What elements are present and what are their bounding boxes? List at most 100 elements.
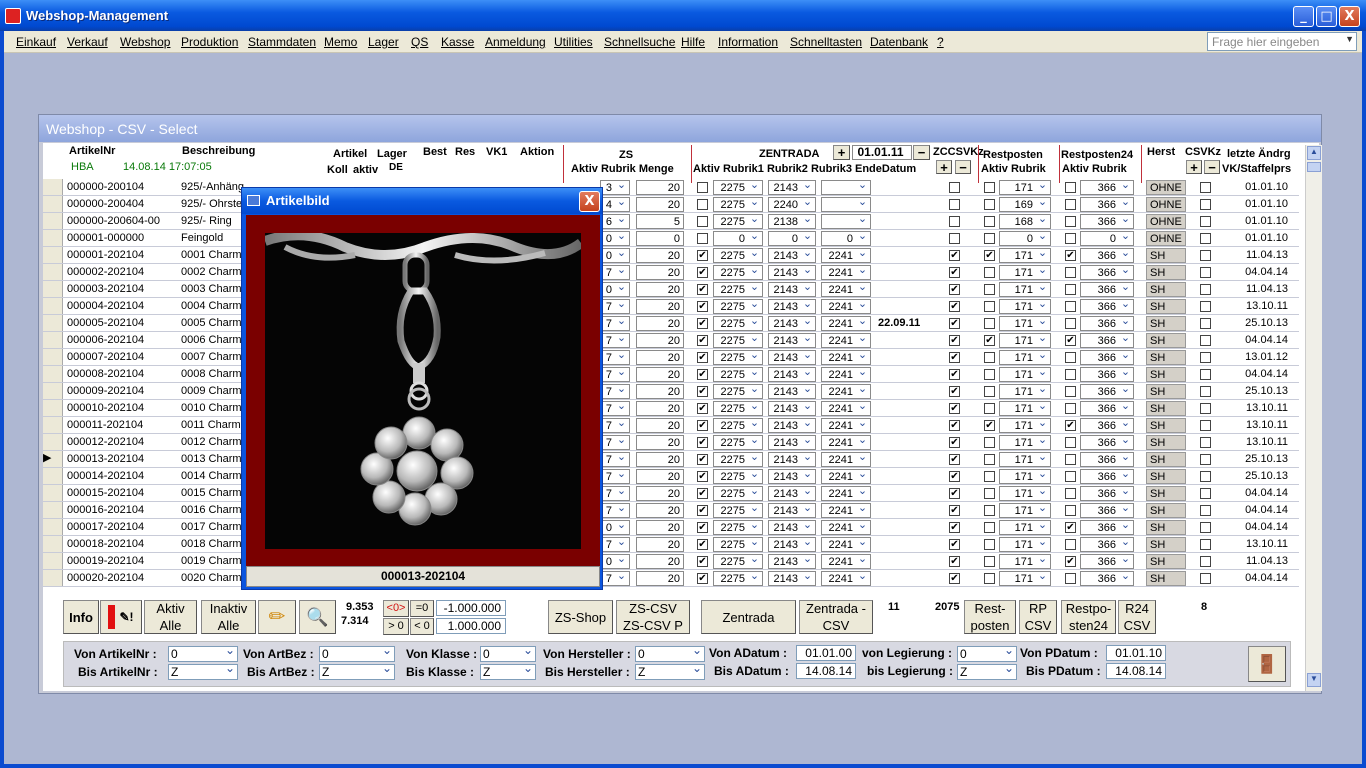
cell-zs-rubrik[interactable]: 7 bbox=[600, 382, 630, 399]
cell-rp-rubrik[interactable]: 171 bbox=[999, 365, 1051, 382]
cell-zs-rubrik[interactable]: 0 bbox=[600, 552, 630, 569]
cell-zentrada-aktiv[interactable]: ✔ bbox=[697, 573, 708, 584]
cell-rubrik1[interactable]: 2275 bbox=[713, 518, 763, 535]
cell-r24-rubrik[interactable]: 366 bbox=[1080, 433, 1134, 450]
cell-zs-menge[interactable]: 20 bbox=[636, 350, 684, 365]
cell-zs-menge[interactable]: 20 bbox=[636, 537, 684, 552]
cell-zc-csvkz[interactable]: ✔ bbox=[949, 369, 960, 380]
cell-zc-csvkz[interactable]: ✔ bbox=[949, 488, 960, 499]
cell-rubrik1[interactable]: 2275 bbox=[713, 399, 763, 416]
cell-rubrik3[interactable]: 2241 bbox=[821, 365, 871, 382]
cell-rubrik3[interactable]: 2241 bbox=[821, 450, 871, 467]
menu-kasse[interactable]: Kasse bbox=[441, 35, 474, 49]
cell-zentrada-aktiv[interactable]: ✔ bbox=[697, 471, 708, 482]
cell-r24-rubrik[interactable]: 366 bbox=[1080, 416, 1134, 433]
cell-rubrik2[interactable]: 2143 bbox=[768, 348, 816, 365]
cell-rubrik3[interactable]: 2241 bbox=[821, 331, 871, 348]
row-selector[interactable] bbox=[43, 264, 63, 280]
cell-rp-rubrik[interactable]: 171 bbox=[999, 450, 1051, 467]
cell-zs-rubrik[interactable]: 7 bbox=[600, 484, 630, 501]
cell-herst[interactable]: SH bbox=[1146, 486, 1186, 501]
row-selector[interactable]: ▶ bbox=[43, 451, 63, 467]
cell-zc-csvkz[interactable] bbox=[949, 216, 960, 227]
cell-rubrik2[interactable]: 2143 bbox=[768, 501, 816, 518]
cell-rubrik2[interactable]: 2143 bbox=[768, 382, 816, 399]
cell-rubrik2[interactable]: 2143 bbox=[768, 467, 816, 484]
table-row[interactable]: 000000-200104 925/-Anhäng 3 20 2275 2143 171 36… bbox=[43, 179, 1299, 196]
cell-csvkz[interactable] bbox=[1200, 233, 1211, 244]
cell-csvkz[interactable] bbox=[1200, 386, 1211, 397]
cell-zs-rubrik[interactable]: 7 bbox=[600, 348, 630, 365]
edit-pencil-button[interactable]: ✏ bbox=[258, 600, 296, 634]
cell-r24-aktiv[interactable] bbox=[1065, 454, 1076, 465]
table-row[interactable]: 000019-202104 0019 Charm 0 20 ✔ 2275 2143 2241 ✔… bbox=[43, 552, 1299, 570]
cell-csvkz[interactable] bbox=[1200, 318, 1211, 329]
cell-rubrik2[interactable]: 2143 bbox=[768, 314, 816, 331]
cell-zentrada-aktiv[interactable]: ✔ bbox=[697, 386, 708, 397]
zc-plus-button[interactable]: + bbox=[936, 160, 952, 175]
table-row[interactable]: 000020-202104 0020 Charm 7 20 ✔ 2275 2143 2241 ✔… bbox=[43, 569, 1299, 587]
cell-rp-rubrik[interactable]: 0 bbox=[999, 229, 1051, 246]
cell-herst[interactable]: SH bbox=[1146, 299, 1186, 314]
restposten24-button[interactable]: Restpo- sten24 bbox=[1061, 600, 1116, 634]
cell-rubrik2[interactable]: 2143 bbox=[768, 552, 816, 569]
cell-rp-rubrik[interactable]: 171 bbox=[999, 569, 1051, 586]
cell-r24-rubrik[interactable]: 366 bbox=[1080, 569, 1134, 586]
cell-rubrik2[interactable]: 2138 bbox=[768, 212, 816, 229]
cell-zentrada-aktiv[interactable] bbox=[697, 199, 708, 210]
inaktiv-alle-button[interactable]: Inaktiv Alle bbox=[201, 600, 256, 634]
bis-hersteller-select[interactable]: Z bbox=[635, 661, 705, 680]
cell-herst[interactable]: SH bbox=[1146, 469, 1186, 484]
filter-lt0-button[interactable]: < 0 bbox=[410, 618, 434, 635]
table-row[interactable]: 000007-202104 0007 Charm 7 20 ✔ 2275 2143 2241 ✔… bbox=[43, 348, 1299, 366]
cell-rp-aktiv[interactable]: ✔ bbox=[984, 335, 995, 346]
cell-zentrada-aktiv[interactable] bbox=[697, 182, 708, 193]
menu-memo[interactable]: Memo bbox=[324, 35, 357, 49]
von-pdatum-input[interactable]: 01.01.10 bbox=[1106, 645, 1166, 661]
cell-rp-aktiv[interactable] bbox=[984, 352, 995, 363]
cell-csvkz[interactable] bbox=[1200, 369, 1211, 380]
cell-rubrik2[interactable]: 2143 bbox=[768, 263, 816, 280]
cell-rubrik1[interactable]: 2275 bbox=[713, 501, 763, 518]
cell-rubrik3[interactable] bbox=[821, 195, 871, 212]
cell-rubrik1[interactable]: 2275 bbox=[713, 569, 763, 586]
cell-zs-rubrik[interactable]: 0 bbox=[600, 518, 630, 535]
cell-zc-csvkz[interactable]: ✔ bbox=[949, 573, 960, 584]
cell-zs-rubrik[interactable]: 7 bbox=[600, 297, 630, 314]
cell-rp-aktiv[interactable]: ✔ bbox=[984, 250, 995, 261]
row-selector[interactable] bbox=[43, 383, 63, 399]
cell-rubrik2[interactable]: 2143 bbox=[768, 280, 816, 297]
cell-r24-aktiv[interactable] bbox=[1065, 301, 1076, 312]
cell-r24-aktiv[interactable] bbox=[1065, 539, 1076, 550]
cell-zs-rubrik[interactable]: 7 bbox=[600, 501, 630, 518]
row-selector[interactable] bbox=[43, 417, 63, 433]
cell-r24-aktiv[interactable]: ✔ bbox=[1065, 250, 1076, 261]
table-row[interactable]: 000014-202104 0014 Charm 7 20 ✔ 2275 2143 2241 ✔… bbox=[43, 467, 1299, 485]
menu-produktion[interactable]: Produktion bbox=[181, 35, 238, 49]
cell-herst[interactable]: SH bbox=[1146, 350, 1186, 365]
cell-csvkz[interactable] bbox=[1200, 403, 1211, 414]
cell-zs-menge[interactable]: 20 bbox=[636, 503, 684, 518]
von-legierung-select[interactable]: 0 bbox=[957, 643, 1017, 662]
cell-rubrik3[interactable]: 2241 bbox=[821, 535, 871, 552]
cell-rp-rubrik[interactable]: 171 bbox=[999, 348, 1051, 365]
cell-rubrik1[interactable]: 2275 bbox=[713, 552, 763, 569]
cell-herst[interactable]: SH bbox=[1146, 333, 1186, 348]
menu-anmeldung[interactable]: Anmeldung bbox=[485, 35, 546, 49]
bis-legierung-select[interactable]: Z bbox=[957, 661, 1017, 680]
cell-herst[interactable]: SH bbox=[1146, 248, 1186, 263]
cell-herst[interactable]: SH bbox=[1146, 418, 1186, 433]
cell-herst[interactable]: SH bbox=[1146, 435, 1186, 450]
cell-csvkz[interactable] bbox=[1200, 454, 1211, 465]
cell-rubrik3[interactable]: 2241 bbox=[821, 348, 871, 365]
von-artikelnr-select[interactable]: 0 bbox=[168, 643, 238, 662]
rp-csv-button[interactable]: RP CSV bbox=[1019, 600, 1057, 634]
table-row[interactable]: 000017-202104 0017 Charm 0 20 ✔ 2275 2143 2241 ✔… bbox=[43, 518, 1299, 536]
cell-zentrada-aktiv[interactable]: ✔ bbox=[697, 301, 708, 312]
cell-r24-rubrik[interactable]: 366 bbox=[1080, 467, 1134, 484]
cell-zs-rubrik[interactable]: 7 bbox=[600, 331, 630, 348]
cell-r24-rubrik[interactable]: 366 bbox=[1080, 263, 1134, 280]
cell-r24-rubrik[interactable]: 366 bbox=[1080, 399, 1134, 416]
menu-schnelltasten[interactable]: Schnelltasten bbox=[790, 35, 862, 49]
cell-zentrada-aktiv[interactable]: ✔ bbox=[697, 437, 708, 448]
